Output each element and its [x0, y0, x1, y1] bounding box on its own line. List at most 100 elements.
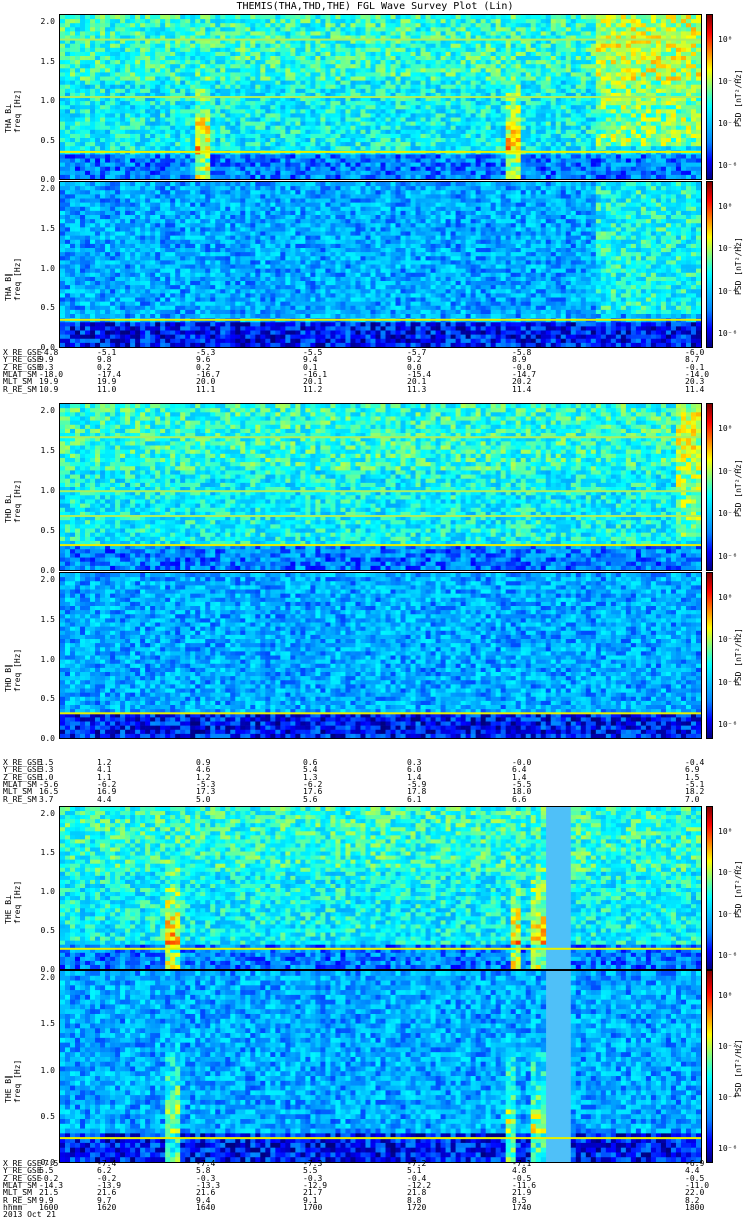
spectrogram-cell	[220, 68, 225, 72]
spectrogram-cell	[541, 72, 546, 76]
spectrogram-cell	[406, 118, 411, 122]
spectrogram-cell	[516, 142, 521, 146]
spectrogram-cell	[551, 64, 556, 68]
spectrogram-cell	[426, 122, 431, 126]
spectrogram-cell	[270, 56, 275, 60]
spectrogram-cell	[611, 27, 616, 31]
spectrogram-cell	[541, 105, 546, 109]
spectrogram-cell	[566, 19, 571, 23]
spectrogram-cell	[651, 163, 656, 167]
spectrogram-cell	[135, 134, 140, 138]
spectrogram-cell	[200, 138, 205, 142]
spectrogram-cell	[340, 77, 345, 81]
spectrogram-cell	[160, 130, 165, 134]
spectrogram-cell	[666, 48, 671, 52]
spectrogram-cell	[486, 31, 491, 35]
spectrogram-cell	[185, 105, 190, 109]
spectrogram-cell	[391, 118, 396, 122]
spectrogram-cell	[65, 142, 70, 146]
spectrogram-cell	[576, 44, 581, 48]
spectrogram-cell	[315, 167, 320, 171]
spectrogram-cell	[90, 52, 95, 56]
spectrogram-cell	[616, 118, 621, 122]
spectrogram-cell	[235, 113, 240, 117]
spectrogram-cell	[120, 89, 125, 93]
spectrogram-cell	[386, 101, 391, 105]
spectrogram-cell	[90, 105, 95, 109]
spectrogram-cell	[501, 163, 506, 167]
spectrogram-cell	[511, 134, 516, 138]
spectrogram-cell	[120, 64, 125, 68]
spectrogram-cell	[330, 23, 335, 27]
spectrogram-cell	[150, 159, 155, 163]
spectrogram-cell	[270, 15, 275, 19]
spectrogram-cell	[170, 130, 175, 134]
spectrogram-cell	[345, 68, 350, 72]
spectrogram-cell	[210, 167, 215, 171]
spectrogram-cell	[240, 122, 245, 126]
spectrogram-cell	[581, 101, 586, 105]
spectrogram-cell	[150, 19, 155, 23]
spectrogram-cell	[581, 56, 586, 60]
spectrogram-cell	[145, 52, 150, 56]
spectrogram-cell	[360, 48, 365, 52]
spectrogram-cell	[350, 68, 355, 72]
spectrogram-cell	[335, 77, 340, 81]
spectrogram-cell	[406, 171, 411, 175]
spectrogram-cell	[310, 81, 315, 85]
spectrogram-cell	[601, 175, 606, 179]
spectrogram-cell	[355, 167, 360, 171]
spectrogram-cell	[285, 44, 290, 48]
spectrogram-cell	[95, 171, 100, 175]
spectrogram-cell	[265, 56, 270, 60]
spectrogram-cell	[155, 27, 160, 31]
spectrogram-cell	[396, 44, 401, 48]
spectrogram-cell	[536, 101, 541, 105]
spectrogram-cell	[340, 27, 345, 31]
spectrogram-cell	[100, 27, 105, 31]
spectrogram-cell	[260, 48, 265, 52]
spectrogram-cell	[260, 175, 265, 179]
spectrogram-cell	[160, 85, 165, 89]
spectrogram-cell	[516, 154, 521, 158]
spectrogram-cell	[185, 48, 190, 52]
spectrogram-cell	[295, 142, 300, 146]
spectrogram-cell	[496, 15, 501, 19]
spectrogram-cell	[551, 56, 556, 60]
spectrogram-cell	[501, 167, 506, 171]
spectrogram-cell	[526, 101, 531, 105]
spectrogram-cell	[606, 171, 611, 175]
spectrogram-cell	[295, 77, 300, 81]
spectrogram-cell	[90, 85, 95, 89]
spectrogram-cell	[320, 113, 325, 117]
spectrogram-cell	[631, 48, 636, 52]
spectrogram-cell	[95, 105, 100, 109]
spectrogram-cell	[120, 72, 125, 76]
spectrogram-cell	[180, 48, 185, 52]
spectrogram-cell	[255, 60, 260, 64]
spectrogram-cell	[360, 113, 365, 117]
spectrogram-cell	[245, 56, 250, 60]
spectrogram-cell	[666, 89, 671, 93]
spectrogram-cell	[225, 142, 230, 146]
spectrogram-cell	[511, 27, 516, 31]
spectrogram-cell	[65, 52, 70, 56]
spectrogram-cell	[65, 72, 70, 76]
spectrogram-cell	[200, 27, 205, 31]
spectrogram-cell	[70, 23, 75, 27]
spectrogram-cell	[526, 130, 531, 134]
spectrogram-cell	[210, 126, 215, 130]
spectrogram-cell	[70, 167, 75, 171]
spectrogram-cell	[220, 101, 225, 105]
spectrogram-cell	[260, 163, 265, 167]
spectrogram-cell	[330, 89, 335, 93]
spectrogram-cell	[471, 31, 476, 35]
spectrogram-cell	[481, 159, 486, 163]
spectrogram-cell	[516, 171, 521, 175]
spectrogram-cell	[200, 126, 205, 130]
spectrogram-cell	[220, 105, 225, 109]
spectrogram-cell	[466, 52, 471, 56]
spectrogram-cell	[466, 134, 471, 138]
spectrogram-cell	[365, 159, 370, 163]
spectrogram-cell	[606, 101, 611, 105]
